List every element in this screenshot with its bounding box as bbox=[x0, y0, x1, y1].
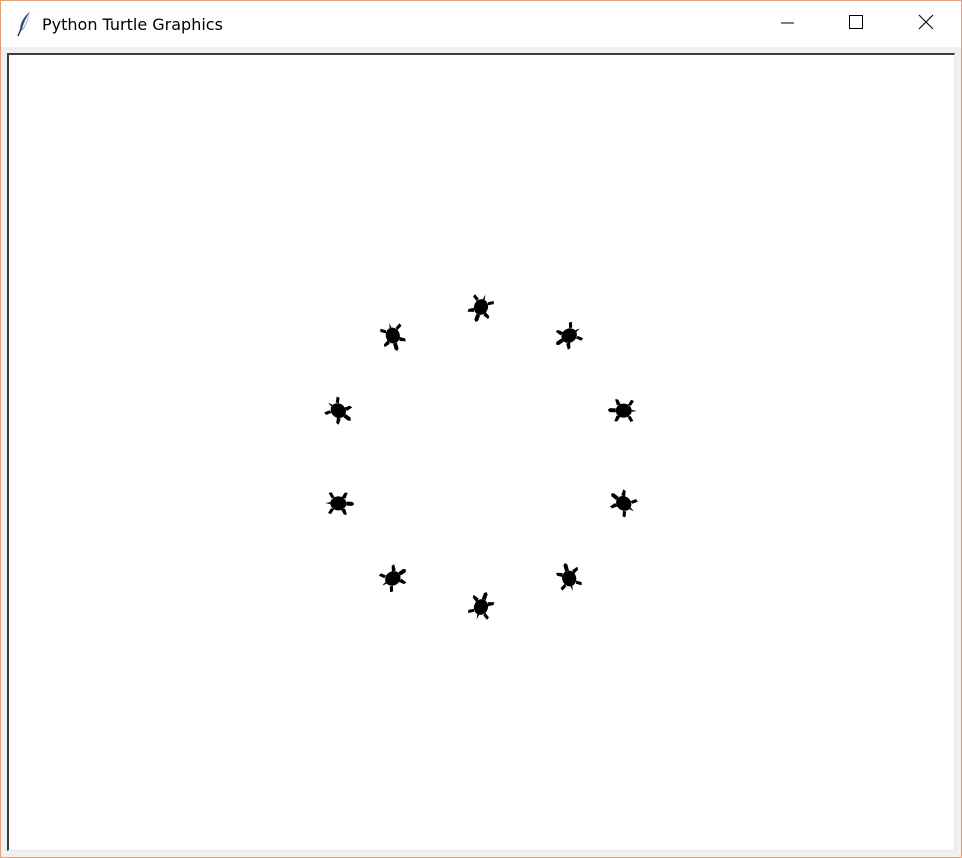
feather-icon bbox=[15, 11, 35, 37]
turtle-window: Python Turtle Graphics bbox=[0, 0, 962, 858]
close-icon bbox=[918, 14, 934, 34]
maximize-button[interactable] bbox=[833, 1, 879, 47]
turtle-canvas[interactable] bbox=[7, 53, 955, 851]
window-title: Python Turtle Graphics bbox=[42, 15, 223, 34]
turtle-icon bbox=[465, 291, 496, 326]
turtle-icon bbox=[378, 320, 408, 355]
turtle-icon bbox=[324, 491, 355, 515]
turtle-icon bbox=[554, 559, 584, 594]
minimize-button[interactable] bbox=[764, 1, 810, 47]
turtle-icon bbox=[607, 399, 638, 423]
minimize-icon bbox=[780, 15, 794, 34]
close-button[interactable] bbox=[903, 1, 949, 47]
title-bar[interactable]: Python Turtle Graphics bbox=[1, 1, 961, 47]
turtle-icon bbox=[604, 484, 641, 521]
maximize-icon bbox=[848, 14, 864, 34]
turtle-icon bbox=[321, 393, 358, 430]
turtle-icon bbox=[549, 319, 587, 354]
drawing-surface bbox=[321, 291, 641, 623]
turtle-icon bbox=[375, 560, 413, 595]
turtle-icon bbox=[466, 588, 497, 623]
